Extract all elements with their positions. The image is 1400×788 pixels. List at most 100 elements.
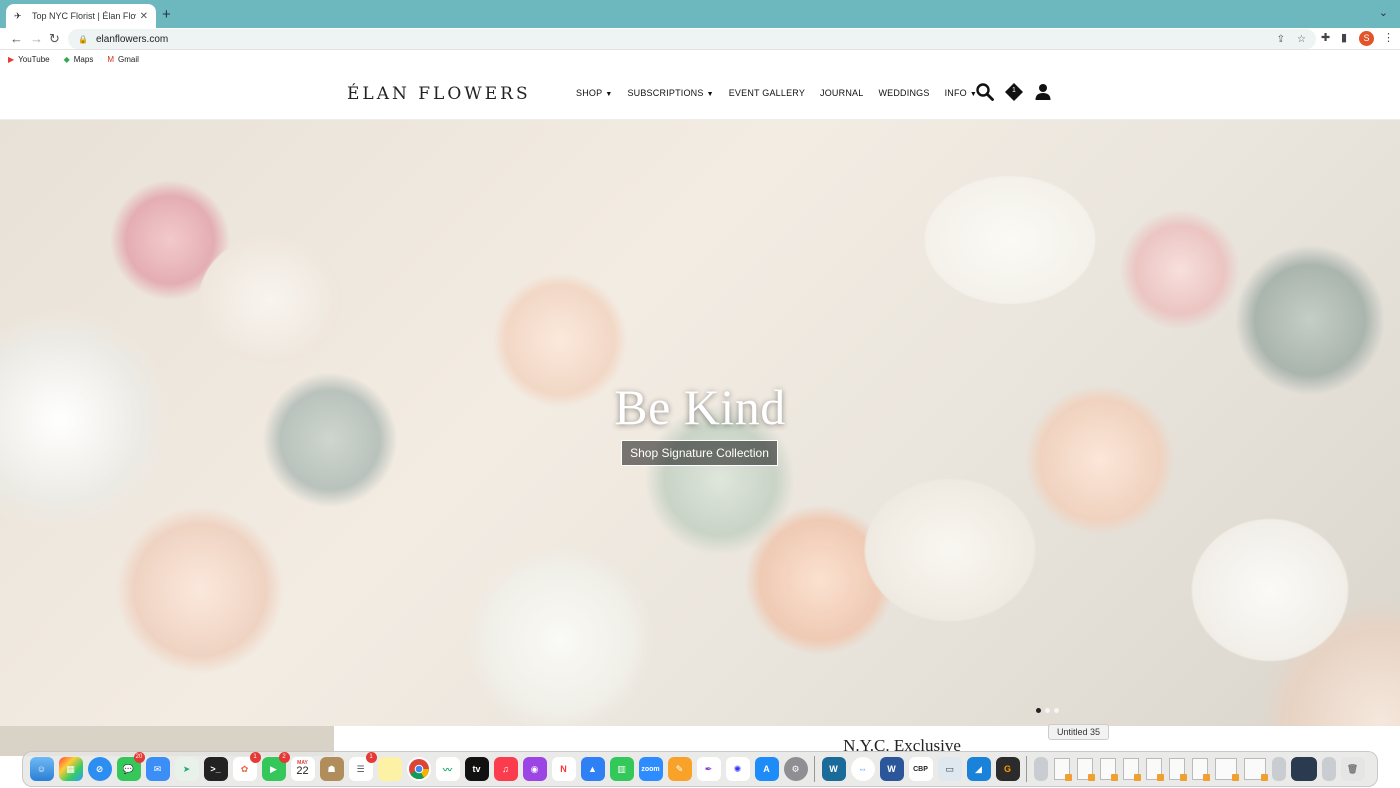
calendar-day: 22 bbox=[296, 765, 309, 777]
launchpad-icon[interactable]: ▦ bbox=[58, 757, 83, 781]
gmail-icon: M bbox=[107, 54, 114, 64]
tab-search-icon[interactable]: ⌄ bbox=[1379, 6, 1388, 19]
nav-label: INFO bbox=[944, 88, 967, 98]
gyroflow-icon[interactable]: G bbox=[995, 757, 1020, 781]
zoom-icon[interactable]: zoom bbox=[638, 757, 663, 781]
messages-icon[interactable]: 💬 20 bbox=[116, 752, 145, 781]
search-icon[interactable] bbox=[976, 83, 994, 106]
reminders-icon[interactable]: ☰ 1 bbox=[348, 752, 377, 781]
mail-icon[interactable]: ✉ bbox=[145, 757, 170, 781]
photos-badge: 1 bbox=[249, 752, 261, 763]
close-tab-icon[interactable]: ✕ bbox=[140, 11, 148, 22]
quill-icon[interactable]: ✒ bbox=[696, 757, 721, 781]
document-icon[interactable] bbox=[1145, 758, 1164, 781]
apple-tv-icon[interactable]: tv bbox=[464, 757, 489, 781]
chrome-icon[interactable] bbox=[406, 757, 431, 781]
remote-desktop-icon[interactable]: ◢ bbox=[966, 757, 991, 781]
youtube-icon: ▶ bbox=[8, 54, 15, 64]
document-icon[interactable] bbox=[1076, 758, 1095, 781]
teamviewer-icon[interactable]: ⇔ bbox=[850, 757, 875, 781]
dock-separator bbox=[814, 756, 815, 782]
apple-tv-label: tv bbox=[472, 764, 481, 774]
nav-journal[interactable]: JOURNAL bbox=[820, 88, 863, 98]
side-panel-icon[interactable]: ▮ bbox=[1341, 31, 1347, 44]
document-icon[interactable] bbox=[1168, 758, 1187, 781]
messages-badge: 20 bbox=[133, 752, 145, 763]
numbers-icon[interactable]: ▥ bbox=[609, 757, 634, 781]
browser-tab-bar: ✈ Top NYC Florist | Élan Flowers ✕ + ⌄ bbox=[0, 0, 1400, 28]
nav-weddings[interactable]: WEDDINGS bbox=[878, 88, 929, 98]
share-icon[interactable]: ⇪ bbox=[1277, 34, 1285, 45]
cbp-icon[interactable]: CBP bbox=[908, 757, 933, 781]
tab-title: Top NYC Florist | Élan Flowers bbox=[32, 11, 136, 21]
document-icon[interactable] bbox=[1099, 758, 1118, 781]
account-icon[interactable] bbox=[1034, 83, 1052, 106]
document-icon[interactable] bbox=[1191, 758, 1210, 781]
slider-dot[interactable] bbox=[1054, 708, 1059, 713]
browser-tab[interactable]: ✈ Top NYC Florist | Élan Flowers ✕ bbox=[6, 4, 156, 28]
pages-icon[interactable]: ✎ bbox=[667, 757, 692, 781]
phone-mirror-icon[interactable] bbox=[1271, 757, 1286, 781]
nav-subscriptions[interactable]: SUBSCRIPTIONS ▼ bbox=[627, 88, 713, 98]
nav-shop[interactable]: SHOP ▼ bbox=[576, 88, 612, 98]
facetime-icon[interactable]: ▶ 2 bbox=[261, 752, 290, 781]
bookmark-label: YouTube bbox=[18, 54, 50, 64]
photos-icon[interactable]: ✿ 1 bbox=[232, 752, 261, 781]
calendar-icon[interactable]: MAY 22 bbox=[290, 757, 315, 781]
finder-icon[interactable]: ☺ bbox=[29, 757, 54, 781]
freeform-icon[interactable]: 〰 bbox=[435, 757, 460, 781]
cbp-label: CBP bbox=[913, 765, 928, 773]
system-settings-icon[interactable]: ⚙ bbox=[783, 757, 808, 781]
screenshot-thumbnail-icon[interactable] bbox=[1290, 757, 1317, 781]
phone-mirror-icon[interactable] bbox=[1033, 757, 1048, 781]
hero-headline: Be Kind bbox=[614, 379, 786, 435]
new-tab-icon[interactable]: + bbox=[162, 6, 171, 23]
document-icon[interactable] bbox=[1214, 758, 1239, 781]
bookmark-gmail[interactable]: M Gmail bbox=[107, 55, 139, 64]
extensions-icon[interactable]: ✚ bbox=[1321, 31, 1330, 44]
document-icon[interactable] bbox=[1243, 758, 1268, 781]
nav-info[interactable]: INFO ▼ bbox=[945, 88, 977, 98]
maps-app-icon[interactable]: ➤ bbox=[174, 757, 199, 781]
site-logo[interactable]: ÉLAN FLOWERS bbox=[347, 84, 531, 104]
reload-icon[interactable]: ↻ bbox=[49, 31, 60, 47]
pinwheel-icon[interactable]: ✺ bbox=[725, 757, 750, 781]
keynote-icon[interactable]: ▲ bbox=[580, 757, 605, 781]
document-icon[interactable] bbox=[1053, 758, 1072, 781]
document-icon[interactable] bbox=[1122, 758, 1141, 781]
music-icon[interactable]: ♫ bbox=[493, 757, 518, 781]
bookmark-maps[interactable]: ◆ Maps bbox=[64, 55, 94, 64]
menu-kebab-icon[interactable]: ⋮ bbox=[1383, 31, 1394, 44]
main-nav: SHOP ▼ SUBSCRIPTIONS ▼ EVENT GALLERY JOURN… bbox=[576, 88, 992, 98]
address-bar[interactable]: 🔒 elanflowers.com ⇪ ☆ bbox=[68, 29, 1316, 49]
cart-count: 1 bbox=[1012, 87, 1016, 94]
webex-icon[interactable]: W bbox=[821, 757, 846, 781]
caret-down-icon: ▼ bbox=[706, 91, 714, 98]
forward-icon[interactable]: → bbox=[30, 31, 43, 46]
bookmarks-bar: ▶ YouTube ◆ Maps M Gmail bbox=[0, 50, 1400, 68]
slider-dots bbox=[1036, 708, 1063, 713]
profile-avatar[interactable]: S bbox=[1359, 31, 1374, 46]
podcasts-icon[interactable]: ◉ bbox=[522, 757, 547, 781]
contacts-icon[interactable]: ☗ bbox=[319, 757, 344, 781]
terminal-icon[interactable]: >_ bbox=[203, 757, 228, 781]
bookmark-youtube[interactable]: ▶ YouTube bbox=[8, 55, 50, 64]
safari-icon[interactable]: ⊘ bbox=[87, 757, 112, 781]
phone-mirror-icon[interactable] bbox=[1321, 757, 1336, 781]
nav-event-gallery[interactable]: EVENT GALLERY bbox=[729, 88, 805, 98]
back-icon[interactable]: ← bbox=[10, 31, 23, 46]
notes-icon[interactable] bbox=[377, 757, 402, 781]
hero-banner: Be Kind Shop Signature Collection bbox=[0, 120, 1400, 726]
bookmark-star-icon[interactable]: ☆ bbox=[1297, 34, 1306, 45]
slider-dot[interactable] bbox=[1036, 708, 1041, 713]
shop-signature-collection-button[interactable]: Shop Signature Collection bbox=[621, 440, 778, 466]
bookmark-label: Maps bbox=[73, 54, 94, 64]
maps-icon: ◆ bbox=[63, 54, 70, 64]
cart-icon[interactable]: 1 bbox=[1004, 82, 1024, 107]
news-icon[interactable]: N bbox=[551, 757, 576, 781]
word-icon[interactable]: W bbox=[879, 757, 904, 781]
app-store-icon[interactable]: A bbox=[754, 757, 779, 781]
trash-icon[interactable]: 🗑 bbox=[1340, 757, 1365, 781]
preview-icon[interactable]: ▭ bbox=[937, 757, 962, 781]
slider-dot[interactable] bbox=[1045, 708, 1050, 713]
